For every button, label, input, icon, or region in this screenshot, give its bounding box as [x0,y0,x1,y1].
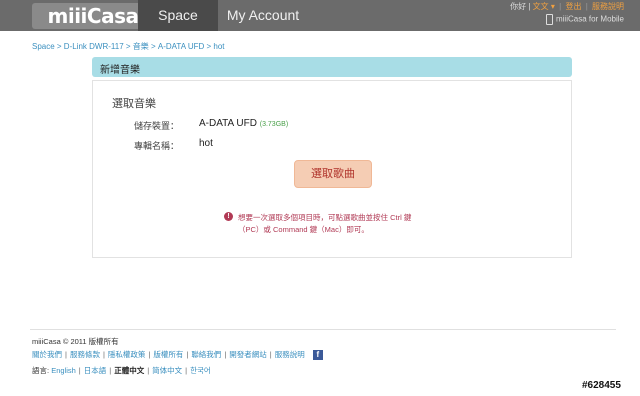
mobile-link[interactable]: miiiCasa for Mobile [545,14,624,25]
footer-link-contact[interactable]: 聯絡我們 [191,350,221,359]
language-traditional-chinese: 正體中文 [114,366,145,375]
selection-tip: 想要一次選取多個項目時，可點選歌曲並按住 Ctrl 鍵 （PC）或 Comman… [238,212,411,236]
footer-link-privacy[interactable]: 隱私權政策 [108,350,146,359]
panel-header: 新增音樂 [92,57,572,77]
panel-title: 新增音樂 [100,65,140,76]
album-value: hot [199,138,213,149]
divider: | [559,2,562,11]
footer-divider [30,329,616,330]
help-link[interactable]: 服務說明 [592,2,624,11]
miiicasa-logo[interactable]: miiiCasa [32,3,154,29]
language-simplified-chinese[interactable]: 简体中文 [152,366,182,375]
watermark: #628455 [582,380,621,391]
tab-my-account[interactable]: My Account [218,0,308,31]
copyright: miiiCasa © 2011 版權所有 [32,337,119,346]
selection-tip-line-2: （PC）或 Command 鍵（Mac）即可。 [238,225,369,234]
user-menu-link[interactable]: 文文 ▾ [533,2,555,11]
language-english[interactable]: English [51,366,76,375]
language-japanese[interactable]: 日本語 [84,366,107,375]
user-links: 你好 | 文文 ▾ | 登出 | 服務說明 [510,1,624,12]
storage-label: 儲存裝置： [134,121,180,131]
section-title: 選取音樂 [112,98,156,110]
mobile-link-label: miiiCasa for Mobile [555,14,624,24]
select-songs-button[interactable]: 選取歌曲 [294,160,372,188]
info-icon: ! [224,212,233,221]
storage-size: (3.73GB) [259,121,289,128]
divider: | [585,2,588,11]
breadcrumb[interactable]: Space > D-Link DWR-117 > 音樂 > A-DATA UFD… [32,41,225,52]
logout-link[interactable]: 登出 [565,2,581,11]
language-selector: 語言: English | 日本語 | 正體中文 | 简体中文 | 한국어 [32,366,211,375]
storage-device-name: A-DATA UFD [199,118,257,129]
facebook-icon[interactable]: f [312,350,323,361]
footer-link-help[interactable]: 服務說明 [275,350,305,359]
footer-link-developers[interactable]: 開發者網站 [229,350,267,359]
footer-link-terms[interactable]: 服務條款 [70,350,100,359]
selection-tip-line-1: 想要一次選取多個項目時，可點選歌曲並按住 Ctrl 鍵 [238,213,412,222]
storage-value: A-DATA UFD (3.73GB) [199,118,288,129]
language-korean[interactable]: 한국어 [190,366,211,375]
greeting-text: 你好 | [510,2,531,11]
footer-link-about[interactable]: 關於我們 [32,350,62,359]
top-navigation-bar: miiiCasa Space My Account 你好 | 文文 ▾ | 登出… [0,0,640,31]
album-label: 專輯名稱： [134,141,180,151]
tab-space[interactable]: Space [138,0,218,31]
phone-icon [545,14,553,25]
language-label: 語言: [32,366,50,375]
footer-link-copyright[interactable]: 版權所有 [153,350,183,359]
footer-links: 關於我們 | 服務條款 | 隱私權政策 | 版權所有 | 聯絡我們 | 開發者網站 | 服務說明 f [32,349,323,361]
